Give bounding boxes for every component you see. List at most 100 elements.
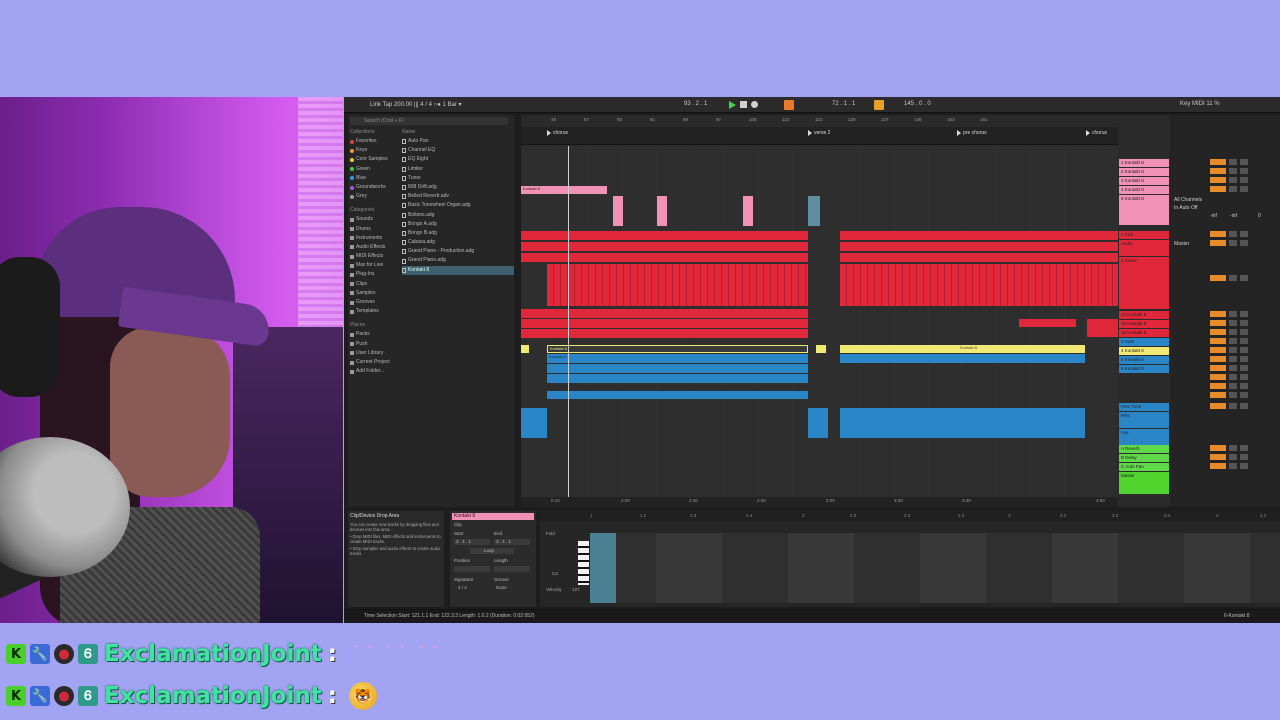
track-header[interactable]: 6 Kontakt 8 [1119,195,1169,225]
output-routing[interactable]: Master [1174,241,1189,247]
transport-left[interactable]: Link Tap 200.00 ||| 4 / 4 ○● 1 Bar ▾ [370,101,462,108]
song-position[interactable]: 93 . 2 . 1 [684,101,707,107]
bar-ruler[interactable]: 49 57 65 81 89 97 105 113 121 129 137 14… [521,115,1118,127]
midi-clip[interactable] [521,345,529,353]
file-item[interactable]: Tuner [402,174,514,183]
audio-clip[interactable] [840,253,1118,262]
place-item[interactable]: Packs [350,330,400,339]
monitor-mode[interactable]: In Auto Off [1174,205,1198,211]
track-header[interactable]: 1 Kick [1119,231,1169,239]
mixer-row[interactable] [1210,159,1270,166]
category-item[interactable]: Clips [350,280,400,289]
file-item[interactable]: Cabasa.adg [402,238,514,247]
category-item[interactable]: Samples [350,289,400,298]
mixer-row[interactable] [1210,445,1270,452]
chat-username[interactable]: ExclamationJoint [104,683,322,709]
category-item[interactable]: Sounds [350,215,400,224]
mixer-row[interactable] [1210,463,1270,470]
category-item[interactable]: Instruments [350,234,400,243]
track-header[interactable]: 2 Kontakt 8 [1119,168,1169,176]
audio-clip[interactable] [521,231,808,240]
track-header[interactable]: Perc Time [1119,403,1169,411]
piano-roll-keys[interactable] [578,541,589,585]
mixer-row[interactable] [1210,186,1270,193]
audio-clip[interactable] [521,408,547,438]
mixer-row[interactable] [1210,383,1270,390]
mixer-row[interactable] [1210,374,1270,381]
track-header[interactable]: A Reverb [1119,445,1169,453]
track-header[interactable]: 3 Snare [1119,257,1169,309]
mixer-row[interactable] [1210,231,1270,238]
file-item[interactable]: Bongo B.adg [402,229,514,238]
stop-icon[interactable] [740,101,747,108]
end-value[interactable]: 3 . 1 . 1 [496,539,511,544]
master-track-header[interactable]: Master [1119,472,1169,494]
midi-clip[interactable] [613,196,623,226]
collection-item[interactable]: Grey [350,192,400,201]
transport-right[interactable]: Key MIDI 11 % [1180,101,1220,107]
audio-clip[interactable] [1087,319,1118,337]
place-item[interactable]: Push [350,340,400,349]
file-item[interactable]: Boltons.adg [402,211,514,220]
track-header[interactable]: 16 Kontakt 8 [1119,329,1169,337]
note-editor[interactable]: 1 1.2 1.3 1.4 2 2.2 2.3 2.4 3 3.2 3.3 3.… [540,511,1280,607]
position-field[interactable] [454,566,490,572]
file-item[interactable]: Belled Reverb.adv [402,192,514,201]
locator-chorus-2[interactable]: chorus [1086,130,1107,136]
collection-item[interactable]: Favorites [350,137,400,146]
pan-readout[interactable]: -inf [1230,213,1237,219]
loop-region[interactable] [590,533,616,603]
track-header[interactable]: 3 Hats [1119,338,1169,346]
mixer-row[interactable] [1210,177,1270,184]
mixer-row[interactable] [1210,240,1270,247]
loop-toggle-icon[interactable] [874,100,884,110]
audio-clip[interactable] [521,329,808,338]
audio-clip[interactable] [521,253,808,262]
groove-value[interactable]: None [496,585,507,590]
send-readout[interactable]: 0 [1258,213,1261,219]
file-item-selected[interactable]: Kontakt 8 [402,265,514,275]
collection-item[interactable]: Blue [350,174,400,183]
audio-clip[interactable] [840,408,1085,438]
selected-track-name[interactable]: 6-Kontakt 8 [1224,613,1250,619]
playhead[interactable] [568,146,569,497]
track-header[interactable]: Vox [1119,429,1169,445]
mixer-row[interactable] [1210,338,1270,345]
track-header[interactable]: Perc [1119,412,1169,428]
audio-clip[interactable] [521,242,808,251]
file-item[interactable]: Limiter [402,165,514,174]
audio-clip[interactable] [1019,319,1076,327]
locator-verse-2[interactable]: verse 2 [808,130,830,136]
file-item[interactable]: EQ Eight [402,155,514,164]
track-header[interactable]: 4 Kontakt 8 [1119,186,1169,194]
midi-clip[interactable] [547,364,808,373]
automation-arm-icon[interactable] [784,100,794,110]
mixer-row[interactable] [1210,454,1270,461]
audio-clip[interactable] [840,242,1118,251]
track-header[interactable]: 5 Kontakt 8 [1119,356,1169,364]
audio-clip[interactable] [521,309,808,318]
audio-clip[interactable] [840,264,1118,306]
mixer-row[interactable] [1210,403,1270,410]
category-item[interactable]: Templates [350,307,400,316]
loop-label[interactable]: Loop [484,548,494,553]
file-item[interactable]: Bongo A.adg [402,220,514,229]
volume-readout[interactable]: -inf [1210,213,1217,219]
category-item[interactable]: Audio Effects [350,243,400,252]
mixer-row[interactable] [1210,356,1270,363]
start-value[interactable]: 2 . 1 . 1 [456,539,471,544]
mixer-row[interactable] [1210,347,1270,354]
loop-length[interactable]: 145 . 0 . 0 [904,101,931,107]
track-header[interactable]: 4 Kontakt 8 [1119,347,1169,355]
collection-item[interactable]: Groundworks [350,183,400,192]
category-item[interactable]: Plug-Ins [350,270,400,279]
track-header[interactable]: Audio [1119,240,1169,256]
name-column-header[interactable]: Name [402,129,514,137]
category-item[interactable]: Grooves [350,298,400,307]
midi-clip[interactable] [816,345,826,353]
midi-clip[interactable]: Kontakt 8 [521,186,607,194]
collection-item[interactable]: Core Samples [350,155,400,164]
file-item[interactable]: Grand Piano.adg [402,256,514,265]
midi-clip[interactable] [840,354,1085,363]
track-header[interactable]: 15 Kontakt 8 [1119,320,1169,328]
